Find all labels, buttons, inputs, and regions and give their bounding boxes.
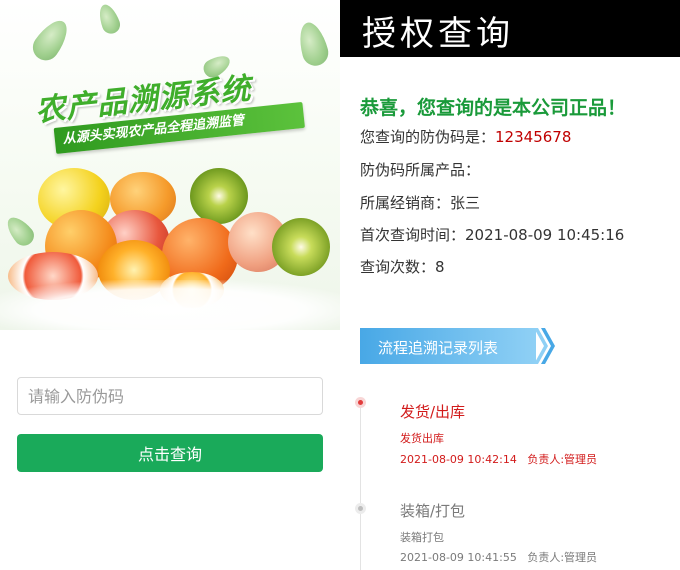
leaf-decoration [2,212,38,250]
event-owner: 负责人:管理员 [527,551,598,564]
first-query-row: 首次查询时间：2021-08-09 10:45:16 [360,224,624,245]
code-value: 12345678 [495,128,572,146]
event-meta: 2021-08-09 10:42:14 负责人:管理员 [400,451,597,467]
timeline-dot-icon [358,506,363,511]
event-time: 2021-08-09 10:41:55 [400,551,517,564]
event-title: 装箱/打包 [400,502,466,520]
flow-record-list-tag: 流程追溯记录列表 [360,328,555,364]
code-label: 您查询的防伪码是： [360,128,496,146]
kiwi-image [190,168,248,224]
first-query-label: 首次查询时间： [360,226,466,244]
query-count-row: 查询次数：8 [360,256,445,277]
product-row: 防伪码所属产品： [360,159,480,180]
product-label: 防伪码所属产品： [360,161,481,179]
anti-counterfeit-code-input[interactable] [17,377,323,415]
right-panel: 授权查询 恭喜，您查询的是本公司正品！ 您查询的防伪码是：12345678 防伪… [340,0,680,570]
event-detail: 装箱打包 [400,531,444,544]
kiwi-image [272,218,330,276]
event-meta: 2021-08-09 10:41:55 负责人:管理员 [400,549,597,565]
event-time: 2021-08-09 10:42:14 [400,453,517,466]
event-detail: 发货出库 [400,432,444,445]
double-chevron-right-icon [534,328,555,364]
product-banner: 农产品溯源系统 从源头实现农产品全程追溯监管 [0,0,340,330]
leaf-decoration [294,19,332,69]
timeline-dot-icon [358,400,363,405]
query-button[interactable]: 点击查询 [17,434,323,472]
header-bar: 授权查询 [340,0,680,57]
query-count-value: 8 [435,258,445,276]
code-row: 您查询的防伪码是：12345678 [360,126,571,147]
dealer-row: 所属经销商：张三 [360,192,480,213]
event-title: 发货/出库 [400,403,466,421]
cloud-decoration [0,280,340,330]
leaf-decoration [95,1,123,37]
page-title: 授权查询 [362,14,514,54]
flow-tag-label: 流程追溯记录列表 [378,339,499,357]
event-owner: 负责人:管理员 [527,453,598,466]
first-query-value: 2021-08-09 10:45:16 [465,226,625,244]
verification-success-message: 恭喜，您查询的是本公司正品！ [360,97,627,119]
left-panel: 农产品溯源系统 从源头实现农产品全程追溯监管 点击查询 [0,0,340,570]
leaf-decoration [27,14,75,66]
dealer-label: 所属经销商： [360,194,451,212]
dealer-value: 张三 [450,194,481,212]
timeline-line [360,403,361,570]
query-count-label: 查询次数： [360,258,436,276]
